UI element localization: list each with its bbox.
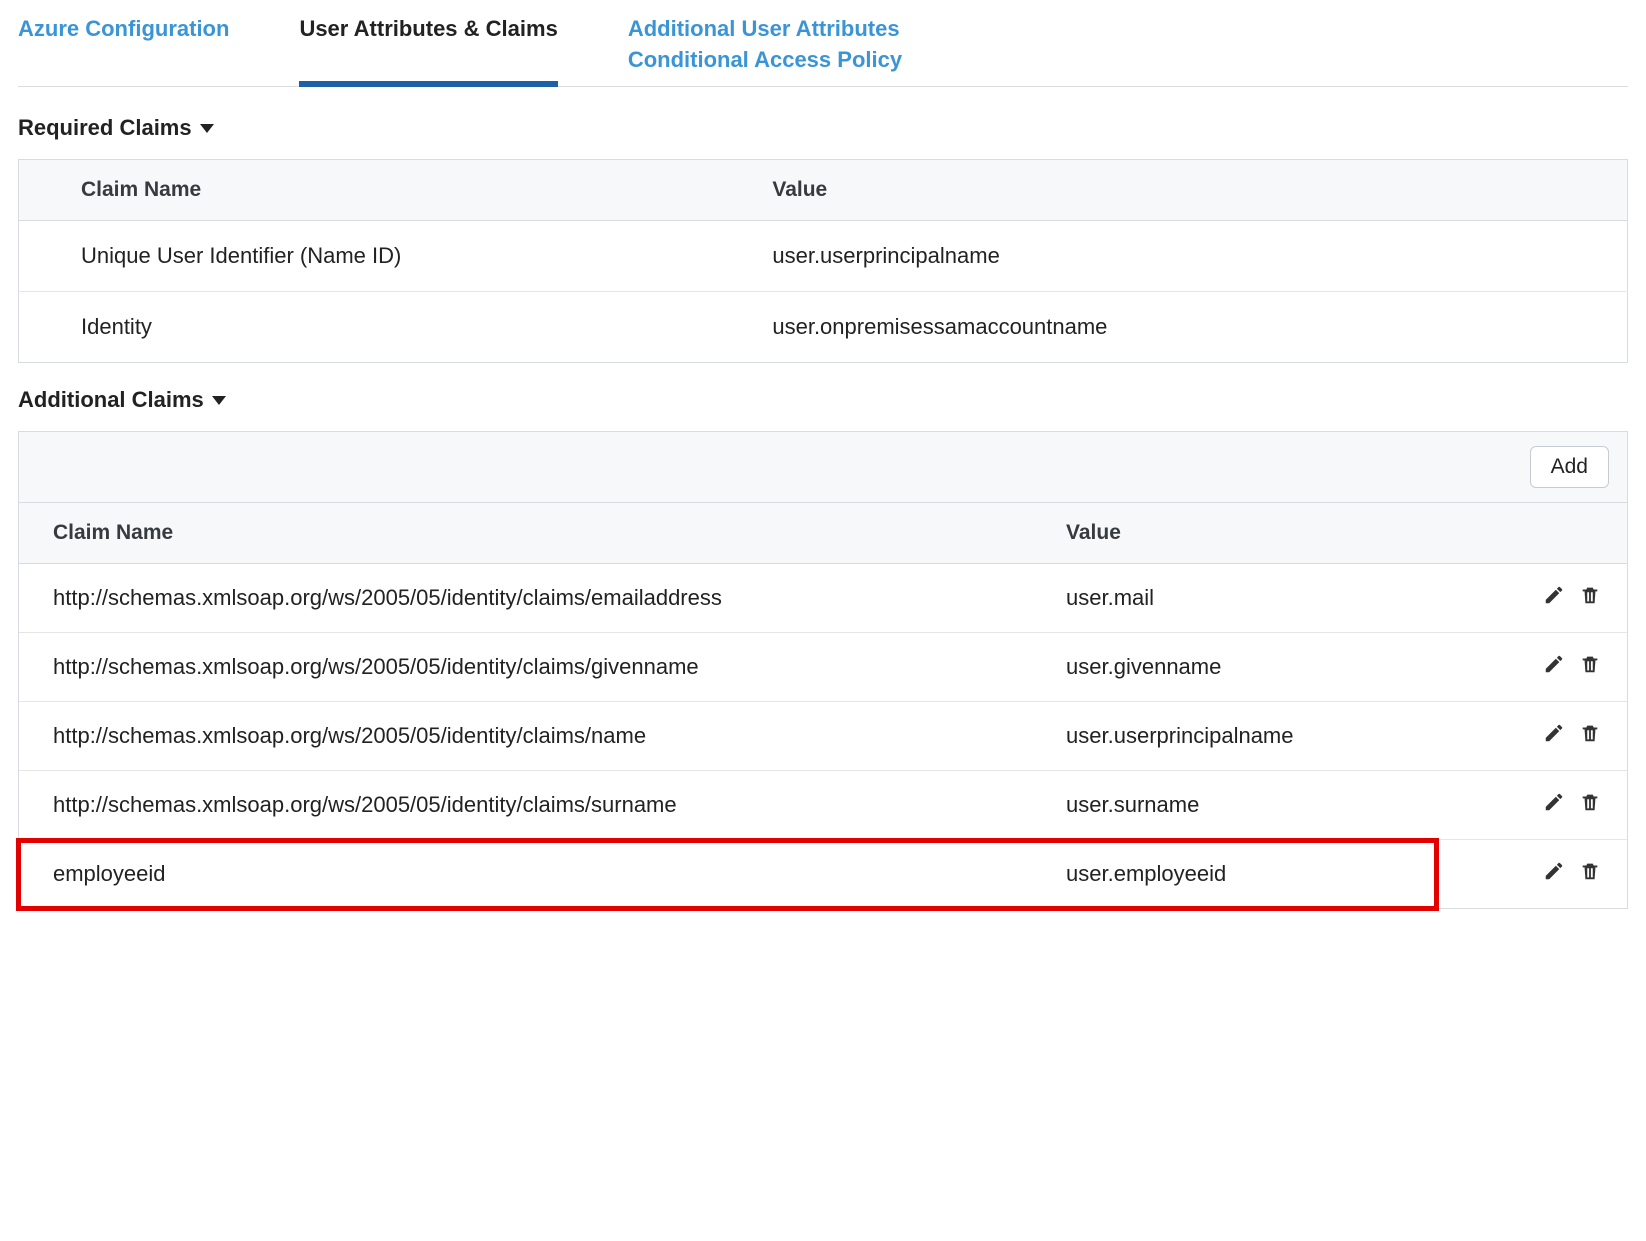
edit-icon[interactable] [1543, 584, 1565, 612]
claim-value-cell: user.userprincipalname [710, 220, 1627, 291]
tab-conditional-access-policy-label: Conditional Access Policy [628, 45, 902, 76]
claim-name-cell: http://schemas.xmlsoap.org/ws/2005/05/id… [19, 770, 1032, 839]
additional-claims-table: Claim Name Value http://schemas.xmlsoap.… [19, 503, 1627, 908]
claim-name-cell: http://schemas.xmlsoap.org/ws/2005/05/id… [19, 632, 1032, 701]
additional-toolbar: Add [19, 432, 1627, 503]
delete-icon[interactable] [1579, 653, 1601, 681]
tab-azure-configuration[interactable]: Azure Configuration [18, 10, 229, 86]
additional-col-value: Value [1032, 503, 1434, 564]
table-row: http://schemas.xmlsoap.org/ws/2005/05/id… [19, 701, 1627, 770]
claim-value-cell: user.mail [1032, 563, 1434, 632]
section-additional-claims-toggle[interactable]: Additional Claims [18, 387, 1628, 413]
edit-icon[interactable] [1543, 653, 1565, 681]
required-col-value: Value [710, 159, 1627, 220]
tab-bar: Azure Configuration User Attributes & Cl… [18, 10, 1628, 87]
table-row: http://schemas.xmlsoap.org/ws/2005/05/id… [19, 632, 1627, 701]
claim-value-cell: user.surname [1032, 770, 1434, 839]
delete-icon[interactable] [1579, 722, 1601, 750]
claim-name-cell: employeeid [19, 839, 1032, 908]
claim-name-cell: http://schemas.xmlsoap.org/ws/2005/05/id… [19, 563, 1032, 632]
tab-additional-user-attributes-label: Additional User Attributes [628, 14, 902, 45]
tab-user-attributes-claims[interactable]: User Attributes & Claims [299, 10, 557, 87]
additional-claims-panel: Add Claim Name Value http://schemas.xmls… [18, 431, 1628, 909]
table-row: http://schemas.xmlsoap.org/ws/2005/05/id… [19, 770, 1627, 839]
claim-name-cell: http://schemas.xmlsoap.org/ws/2005/05/id… [19, 701, 1032, 770]
edit-icon[interactable] [1543, 860, 1565, 888]
section-required-claims-toggle[interactable]: Required Claims [18, 115, 1628, 141]
claim-name-cell: Identity [19, 291, 711, 362]
required-claims-table: Claim Name Value Unique User Identifier … [18, 159, 1628, 363]
claim-value-cell: user.userprincipalname [1032, 701, 1434, 770]
add-claim-button[interactable]: Add [1530, 446, 1609, 488]
delete-icon[interactable] [1579, 860, 1601, 888]
additional-col-name: Claim Name [19, 503, 1032, 564]
required-col-name: Claim Name [19, 159, 711, 220]
additional-col-actions [1434, 503, 1627, 564]
table-row: employeeid user.employeeid [19, 839, 1627, 908]
table-row: Unique User Identifier (Name ID) user.us… [19, 220, 1628, 291]
edit-icon[interactable] [1543, 791, 1565, 819]
delete-icon[interactable] [1579, 791, 1601, 819]
section-required-claims-label: Required Claims [18, 115, 192, 141]
tab-additional-conditional[interactable]: Additional User Attributes Conditional A… [628, 10, 902, 86]
claim-value-cell: user.givenname [1032, 632, 1434, 701]
edit-icon[interactable] [1543, 722, 1565, 750]
chevron-down-icon [212, 396, 226, 405]
delete-icon[interactable] [1579, 584, 1601, 612]
table-row: http://schemas.xmlsoap.org/ws/2005/05/id… [19, 563, 1627, 632]
section-additional-claims-label: Additional Claims [18, 387, 204, 413]
claim-name-cell: Unique User Identifier (Name ID) [19, 220, 711, 291]
claim-value-cell: user.employeeid [1032, 839, 1434, 908]
chevron-down-icon [200, 124, 214, 133]
table-row: Identity user.onpremisessamaccountname [19, 291, 1628, 362]
claim-value-cell: user.onpremisessamaccountname [710, 291, 1627, 362]
